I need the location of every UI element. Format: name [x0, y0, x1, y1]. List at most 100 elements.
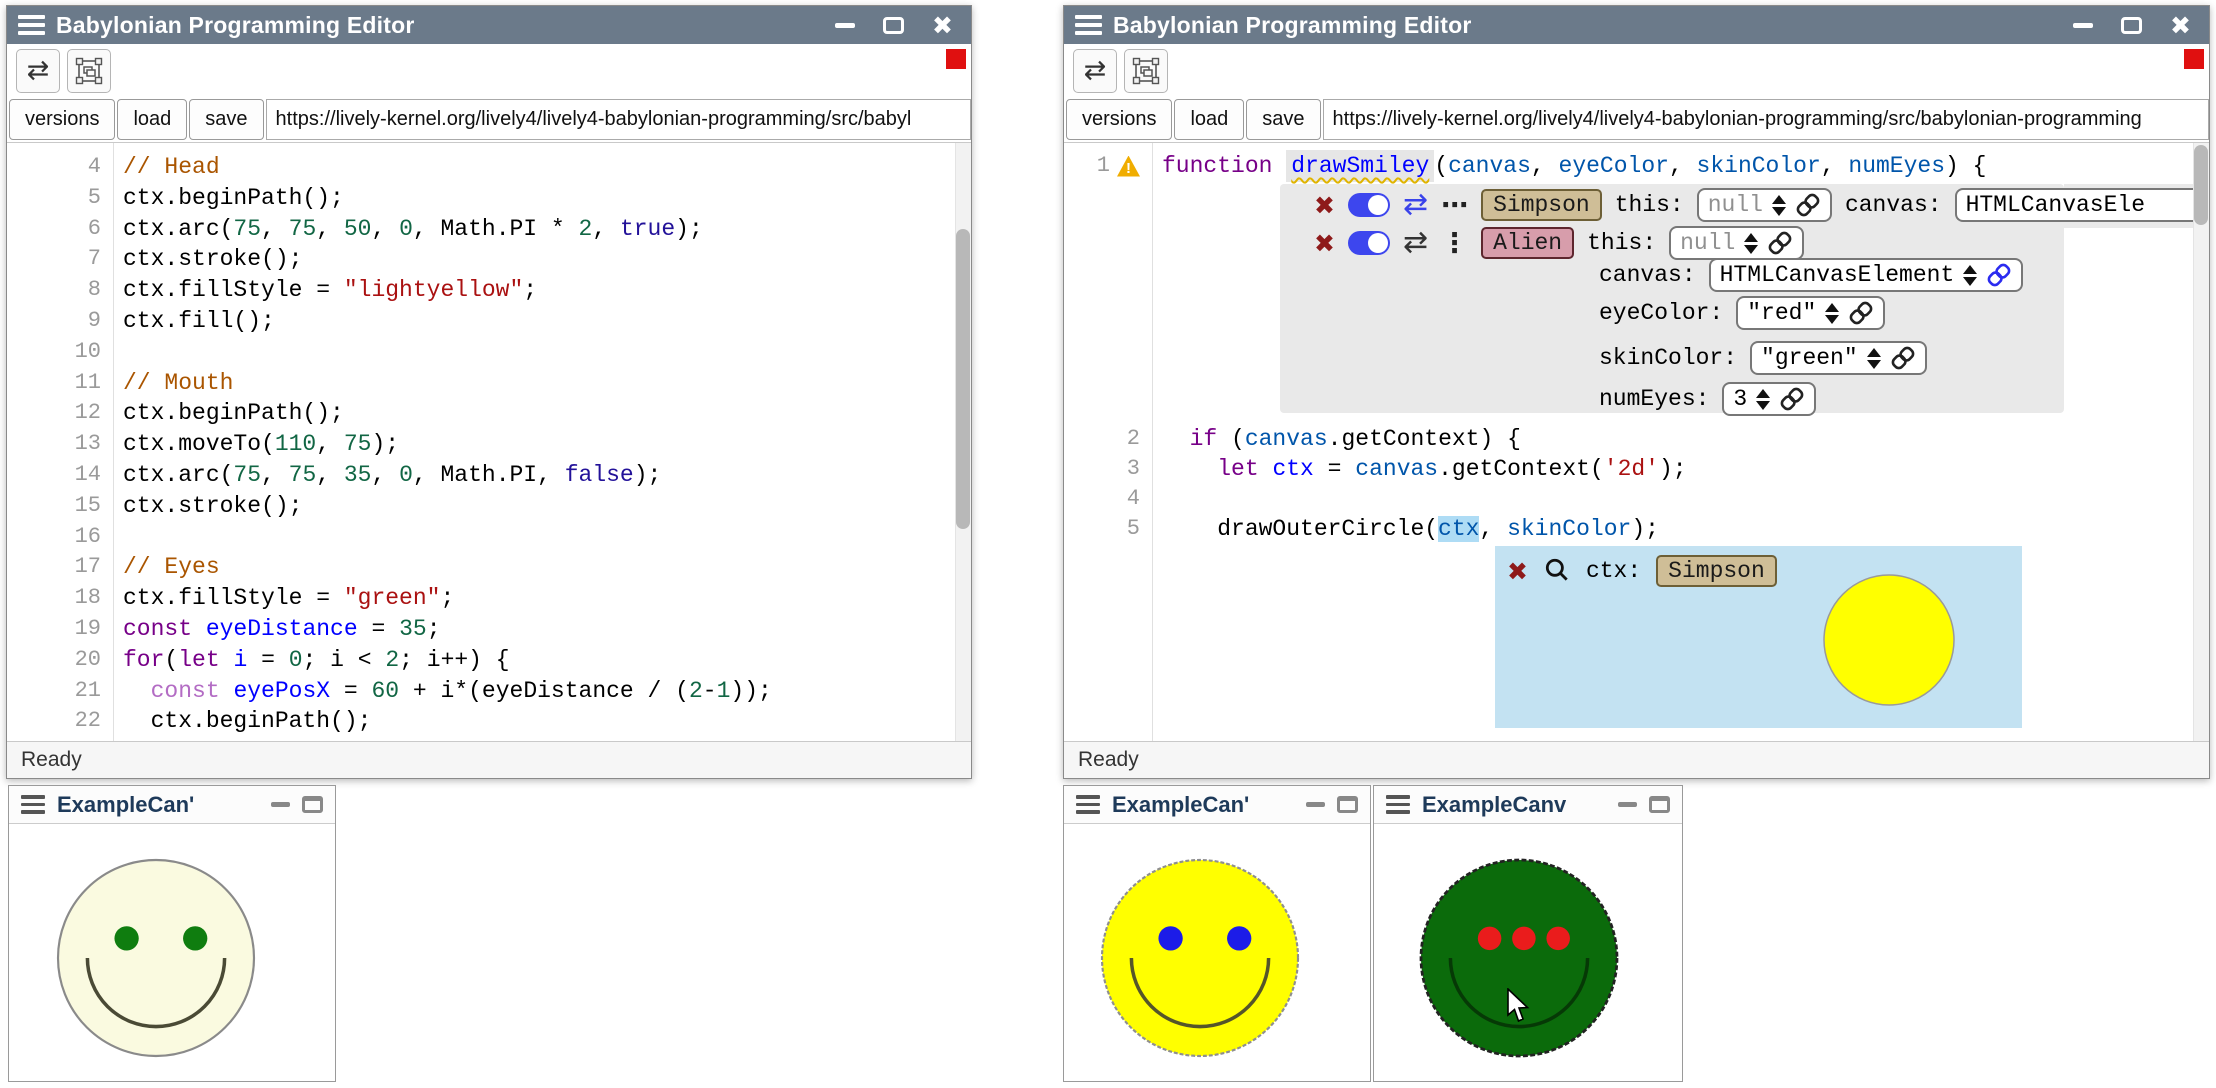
- versions-button[interactable]: versions: [9, 99, 115, 140]
- delete-example-button[interactable]: ✖: [1314, 193, 1335, 218]
- param-value[interactable]: "green": [1761, 345, 1858, 371]
- link-icon[interactable]: [1848, 300, 1874, 326]
- swap-example-icon[interactable]: ⇄: [1403, 228, 1428, 258]
- notification-badge: [2184, 49, 2204, 69]
- warning-icon: !: [1117, 156, 1140, 177]
- swap-icon: ⇄: [27, 55, 50, 86]
- example-name-badge[interactable]: Alien: [1481, 227, 1574, 259]
- link-icon[interactable]: [1767, 230, 1793, 256]
- stepper-icon[interactable]: [1744, 233, 1758, 254]
- load-button[interactable]: load: [1174, 99, 1244, 140]
- save-button[interactable]: save: [1246, 99, 1320, 140]
- code-editor[interactable]: 4// Head5ctx.beginPath();6ctx.arc(75, 75…: [7, 143, 971, 741]
- param-row-skincolor: skinColor: "green": [1599, 340, 1927, 376]
- titlebar: ExampleCan': [1064, 786, 1370, 824]
- versions-button[interactable]: versions: [1066, 99, 1172, 140]
- more-options-icon[interactable]: ⋯: [1441, 192, 1468, 219]
- stepper-icon[interactable]: [1963, 265, 1977, 286]
- window-title: Babylonian Programming Editor: [56, 12, 415, 39]
- delete-example-button[interactable]: ✖: [1314, 231, 1335, 256]
- stepper-icon[interactable]: [1825, 303, 1839, 324]
- maximize-button[interactable]: [302, 796, 323, 813]
- canvas-window-1: ExampleCan': [8, 785, 336, 1082]
- save-button[interactable]: save: [189, 99, 263, 140]
- stepper-icon[interactable]: [1867, 348, 1881, 369]
- more-options-icon[interactable]: ⋮: [1441, 230, 1468, 257]
- probe-var-label: ctx:: [1586, 558, 1641, 584]
- url-field[interactable]: https://lively-kernel.org/lively4/lively…: [266, 99, 971, 140]
- param-value-box[interactable]: "red": [1736, 296, 1885, 330]
- tab-row: versions load save https://lively-kernel…: [1064, 97, 2209, 143]
- code-editor[interactable]: ✖ ⇄ ⋯ Simpson this: null canvas: HTMLCan…: [1064, 143, 2209, 741]
- probe-example-badge[interactable]: Simpson: [1656, 555, 1777, 587]
- param-value[interactable]: "red": [1747, 300, 1816, 326]
- param-label: skinColor:: [1599, 345, 1737, 371]
- tab-row: versions load save https://lively-kernel…: [7, 97, 971, 143]
- swap-example-icon[interactable]: ⇄: [1403, 190, 1428, 220]
- swap-source-button[interactable]: ⇄: [1073, 49, 1117, 93]
- param-value[interactable]: null: [1708, 192, 1763, 218]
- param-value-box[interactable]: null: [1669, 226, 1804, 260]
- hamburger-menu-icon[interactable]: [1386, 795, 1410, 814]
- minimize-button[interactable]: [2073, 23, 2093, 28]
- minimize-button[interactable]: [1306, 802, 1325, 807]
- transform-group-icon: [75, 57, 103, 85]
- scrollbar[interactable]: [2193, 143, 2209, 741]
- transform-button[interactable]: [1124, 49, 1168, 93]
- gutter-divider: [1152, 143, 1153, 741]
- status-bar: Ready: [7, 741, 971, 778]
- example-row-alien: ✖ ⇄ ⋮ Alien this: null: [1314, 225, 1804, 261]
- param-value-box[interactable]: HTMLCanvasEle: [1955, 188, 2195, 222]
- load-button[interactable]: load: [117, 99, 187, 140]
- param-value-box[interactable]: "green": [1750, 341, 1927, 375]
- smiley-eye: [1512, 927, 1536, 951]
- titlebar: Babylonian Programming Editor ✖: [7, 6, 971, 44]
- minimize-button[interactable]: [835, 23, 855, 28]
- link-icon[interactable]: [1890, 345, 1916, 371]
- url-field[interactable]: https://lively-kernel.org/lively4/lively…: [1323, 99, 2209, 140]
- link-icon[interactable]: [1795, 192, 1821, 218]
- smiley-eye: [1227, 926, 1251, 950]
- stepper-icon[interactable]: [1756, 389, 1770, 410]
- stepper-icon[interactable]: [1772, 195, 1786, 216]
- smiley-eye: [114, 926, 138, 950]
- close-button[interactable]: ✖: [932, 13, 953, 38]
- toolbar: ⇄: [7, 44, 971, 97]
- scrollbar-thumb[interactable]: [2194, 145, 2208, 225]
- param-value[interactable]: 3: [1733, 386, 1747, 412]
- example-name-badge[interactable]: Simpson: [1481, 189, 1602, 221]
- link-icon[interactable]: [1779, 386, 1805, 412]
- hamburger-menu-icon[interactable]: [1075, 15, 1102, 35]
- param-row-numeyes: numEyes: 3: [1599, 381, 1816, 417]
- maximize-button[interactable]: [1337, 796, 1358, 813]
- titlebar: ExampleCan': [9, 786, 335, 824]
- minimize-button[interactable]: [271, 802, 290, 807]
- param-value-box[interactable]: null: [1697, 188, 1832, 222]
- minimize-button[interactable]: [1618, 802, 1637, 807]
- canvas-area: [1064, 824, 1370, 1081]
- hamburger-menu-icon[interactable]: [18, 15, 45, 35]
- param-value[interactable]: HTMLCanvasElement: [1720, 262, 1955, 288]
- editor-window-left: Babylonian Programming Editor ✖ ⇄ versio…: [6, 5, 972, 779]
- hamburger-menu-icon[interactable]: [1076, 795, 1100, 814]
- maximize-button[interactable]: [883, 17, 904, 34]
- scrollbar-thumb[interactable]: [956, 229, 970, 529]
- swap-source-button[interactable]: ⇄: [16, 49, 60, 93]
- example-toggle[interactable]: [1348, 193, 1390, 217]
- transform-button[interactable]: [67, 49, 111, 93]
- toolbar: ⇄: [1064, 44, 2209, 97]
- link-icon-active[interactable]: [1986, 262, 2012, 288]
- param-value-box[interactable]: 3: [1722, 382, 1816, 416]
- maximize-button[interactable]: [2121, 17, 2142, 34]
- example-toggle[interactable]: [1348, 231, 1390, 255]
- hamburger-menu-icon[interactable]: [21, 795, 45, 814]
- probe-canvas-preview: [1821, 572, 1957, 708]
- param-value-box[interactable]: HTMLCanvasElement: [1709, 258, 2024, 292]
- maximize-button[interactable]: [1649, 796, 1670, 813]
- param-value[interactable]: HTMLCanvasEle: [1966, 192, 2145, 218]
- param-value[interactable]: null: [1680, 230, 1735, 256]
- inspect-icon[interactable]: [1543, 557, 1571, 585]
- close-button[interactable]: ✖: [2170, 13, 2191, 38]
- delete-probe-button[interactable]: ✖: [1507, 559, 1528, 584]
- scrollbar[interactable]: [955, 143, 971, 741]
